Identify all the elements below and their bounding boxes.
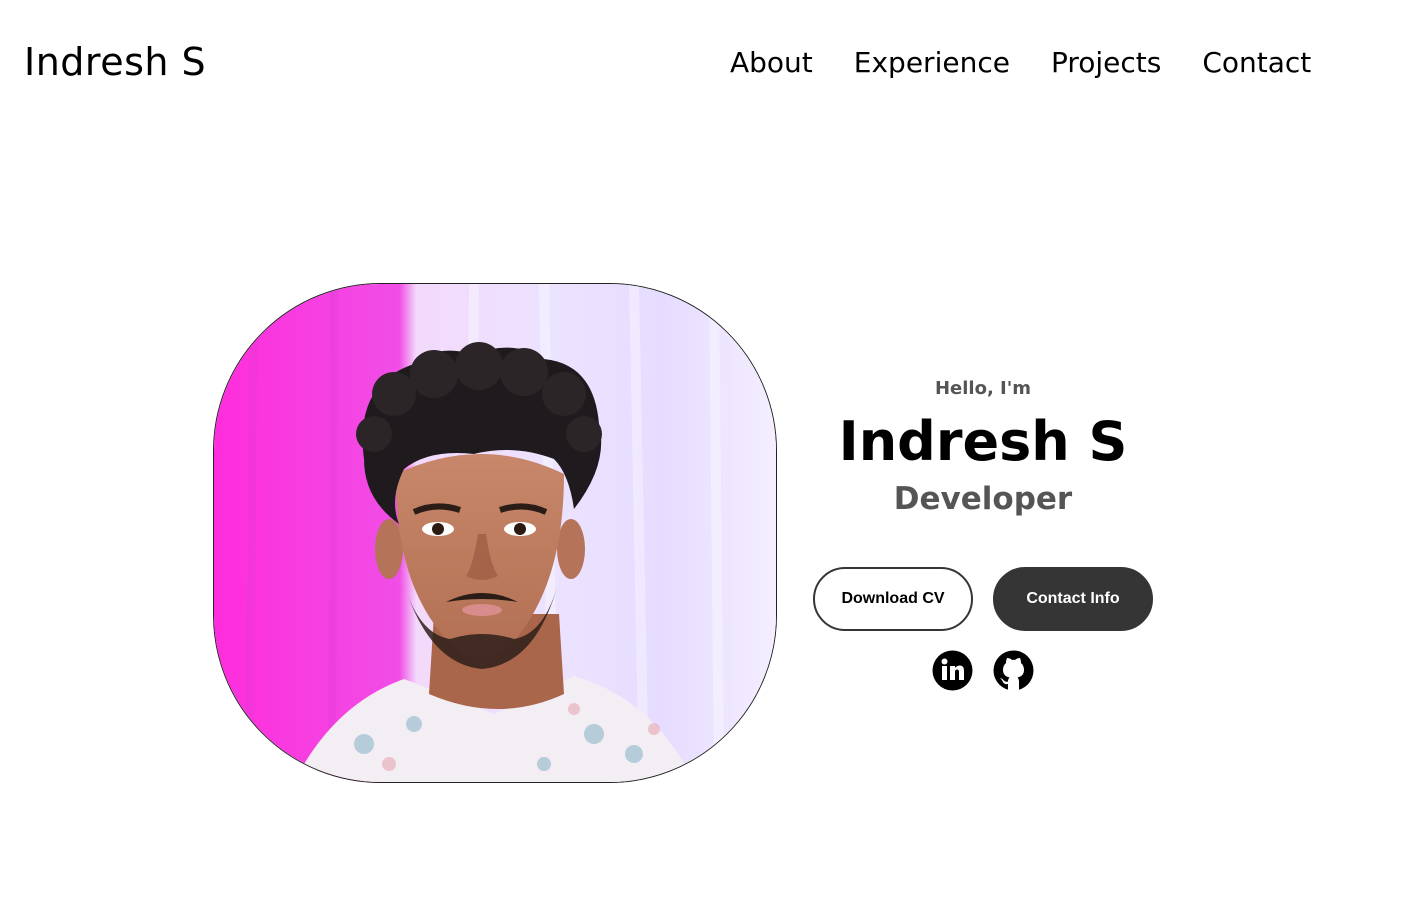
github-icon[interactable] bbox=[993, 650, 1034, 691]
greeting-text: Hello, I'm bbox=[934, 378, 1032, 399]
nav-about[interactable]: About bbox=[730, 46, 813, 79]
hero-intro: Hello, I'm Indresh S Developer bbox=[813, 372, 1153, 517]
social-links bbox=[932, 650, 1034, 691]
hero-buttons: Download CV Contact Info bbox=[813, 567, 1153, 631]
contact-info-button[interactable]: Contact Info bbox=[993, 567, 1153, 631]
nav-projects[interactable]: Projects bbox=[1051, 46, 1161, 79]
nav-experience[interactable]: Experience bbox=[854, 46, 1010, 79]
download-cv-button[interactable]: Download CV bbox=[813, 567, 973, 631]
site-logo[interactable]: Indresh S bbox=[24, 40, 206, 84]
linkedin-icon[interactable] bbox=[932, 650, 973, 691]
portfolio-page: Indresh S About Experience Projects Cont… bbox=[0, 0, 1407, 910]
main-nav: About Experience Projects Contact bbox=[730, 46, 1311, 79]
profile-photo bbox=[213, 283, 777, 783]
hero-name: Indresh S bbox=[838, 410, 1128, 473]
nav-contact[interactable]: Contact bbox=[1202, 46, 1311, 79]
hero-role: Developer bbox=[893, 481, 1073, 518]
